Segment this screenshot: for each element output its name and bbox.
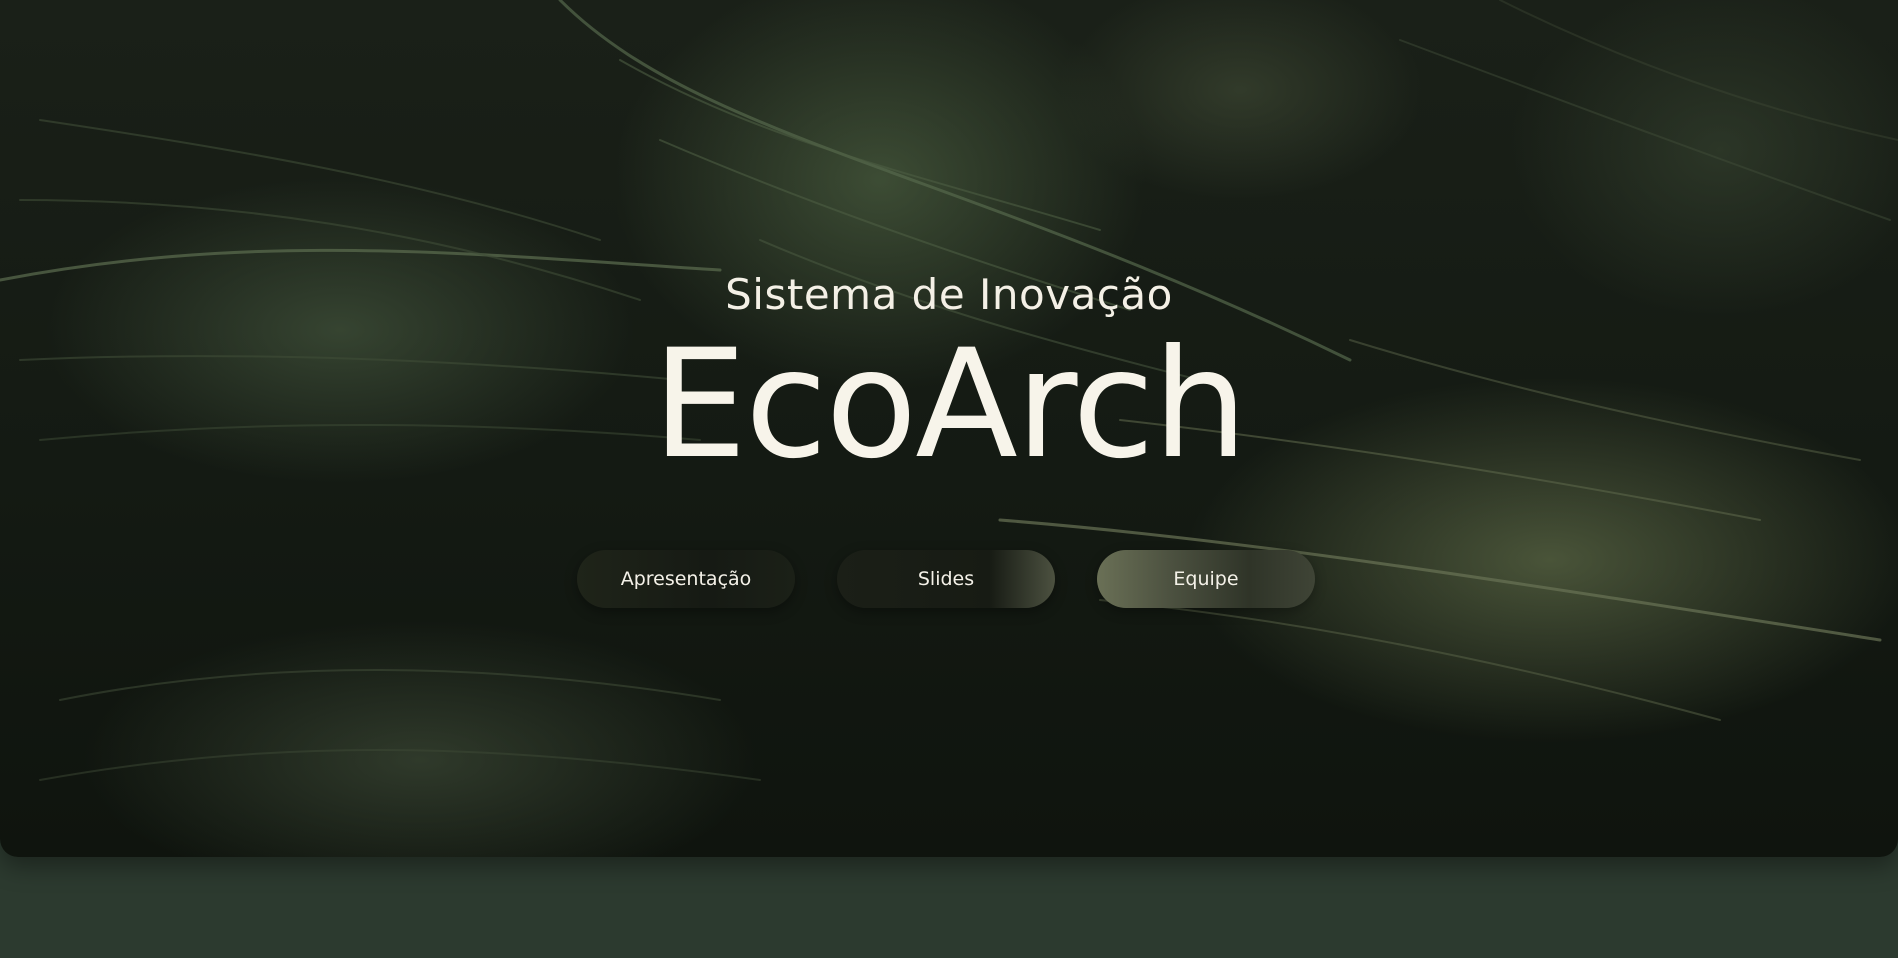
hero-title: EcoArch <box>652 318 1248 492</box>
page: Sistema de Inovação EcoArch Apresentação… <box>0 0 1898 958</box>
hero-section: Sistema de Inovação EcoArch Apresentação… <box>0 0 1898 857</box>
hero-nav: Apresentação Slides Equipe <box>0 550 1898 608</box>
apresentacao-button[interactable]: Apresentação <box>577 550 795 608</box>
hero-subtitle: Sistema de Inovação <box>725 270 1173 319</box>
equipe-button[interactable]: Equipe <box>1097 550 1315 608</box>
slides-button[interactable]: Slides <box>837 550 1055 608</box>
